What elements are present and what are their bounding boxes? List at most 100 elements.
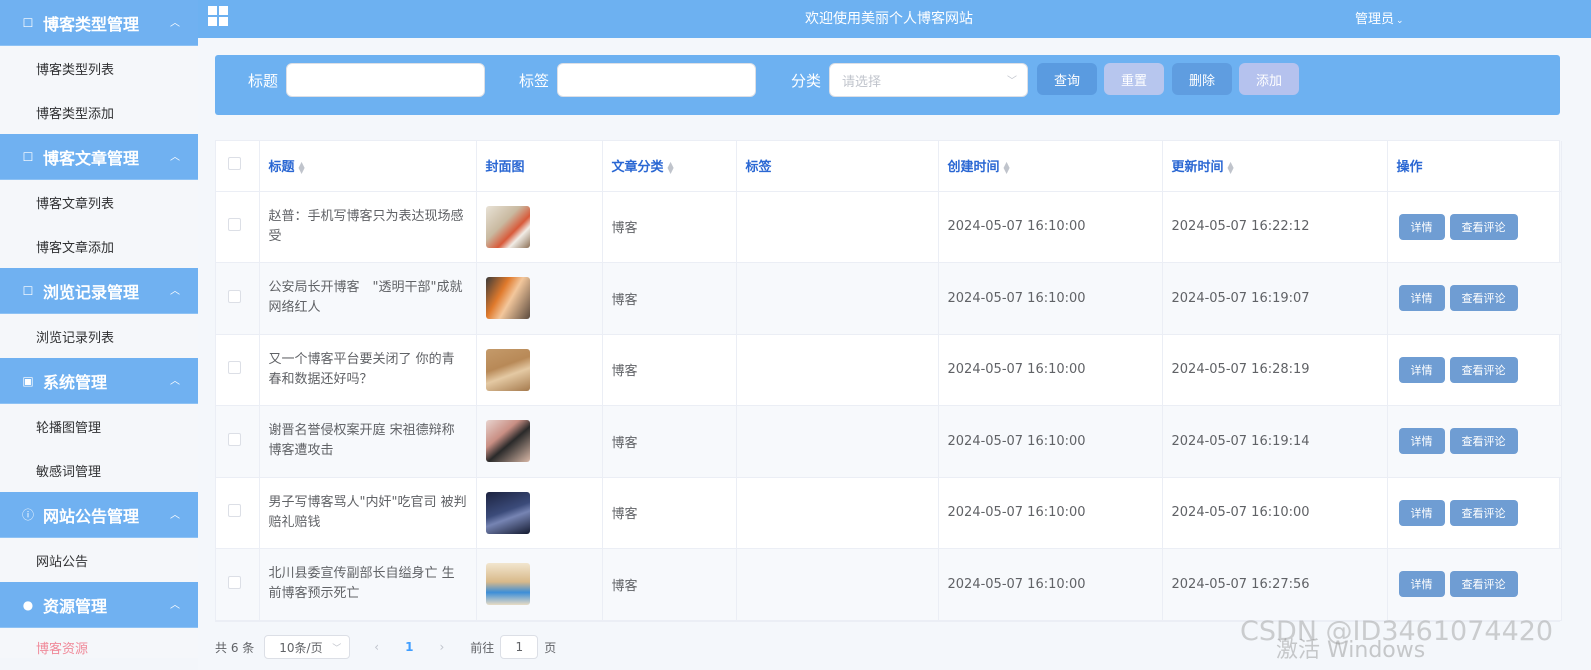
- table-row: 男子写博客骂人"内奸"吃官司 被判赔礼赔钱 博客 2024-05-07 16:10:…: [216, 477, 1562, 549]
- sidebar-item[interactable]: 浏览记录列表: [0, 314, 198, 358]
- cover-cell: [476, 334, 603, 406]
- user-menu[interactable]: 管理员 ⌄: [1355, 8, 1404, 27]
- sidebar-item[interactable]: 博客类型添加: [0, 90, 198, 134]
- sidebar-group-header[interactable]: ☐ 浏览记录管理 ︿: [0, 268, 198, 314]
- view-comments-button[interactable]: 查看评论: [1449, 571, 1518, 598]
- sidebar-group-header[interactable]: ● 资源管理 ︿: [0, 582, 198, 628]
- pagination: 共 6 条 10条/页 ﹀ ‹ 1 › 前往 1 页: [215, 635, 556, 659]
- category-cell: 博客: [602, 191, 737, 263]
- cover-image[interactable]: [485, 420, 530, 463]
- next-page-icon[interactable]: ›: [439, 640, 444, 654]
- detail-button[interactable]: 详情: [1398, 213, 1445, 240]
- row-checkbox[interactable]: [228, 218, 241, 232]
- created-time-cell: 2024-05-07 16:10:00: [938, 191, 1163, 263]
- column-header[interactable]: 标题 ▲ ▼: [259, 141, 477, 192]
- page-size-value: 10条/页: [279, 640, 323, 655]
- sidebar-item[interactable]: 博客类型列表: [0, 46, 198, 90]
- cover-image[interactable]: [485, 348, 530, 391]
- category-cell: 博客: [602, 548, 737, 621]
- sidebar-item[interactable]: 网站公告: [0, 538, 198, 582]
- column-header: 标签: [736, 141, 939, 192]
- row-checkbox[interactable]: [228, 432, 241, 446]
- tag-label: 标签: [519, 72, 550, 90]
- operations-cell: 详情 查看评论: [1387, 334, 1562, 406]
- detail-button[interactable]: 详情: [1398, 499, 1445, 526]
- title-input[interactable]: [286, 63, 485, 97]
- sort-icon[interactable]: ▲ ▼: [1228, 160, 1234, 174]
- row-checkbox[interactable]: [228, 361, 241, 375]
- tag-input[interactable]: [557, 63, 756, 97]
- view-comments-button[interactable]: 查看评论: [1449, 213, 1518, 240]
- info-icon: ⓘ: [21, 508, 34, 522]
- detail-button[interactable]: 详情: [1398, 571, 1445, 598]
- column-header[interactable]: 文章分类 ▲ ▼: [602, 141, 737, 192]
- cover-image[interactable]: [485, 277, 530, 320]
- sort-icon[interactable]: ▲ ▼: [668, 160, 674, 174]
- column-header[interactable]: 更新时间 ▲ ▼: [1162, 141, 1388, 192]
- title-label: 标题: [248, 72, 279, 90]
- reset-button[interactable]: 重置: [1104, 63, 1164, 95]
- row-select-cell: [216, 477, 260, 549]
- query-button[interactable]: 查询: [1037, 63, 1097, 95]
- operations-cell: 详情 查看评论: [1387, 548, 1562, 621]
- sidebar-group: ▣ 系统管理 ︿ 轮播图管理 敏感词管理: [0, 358, 198, 492]
- detail-button[interactable]: 详情: [1398, 428, 1445, 455]
- view-comments-button[interactable]: 查看评论: [1449, 285, 1518, 312]
- sidebar-item[interactable]: 博客文章列表: [0, 180, 198, 224]
- cover-cell: [476, 262, 603, 335]
- windows-activation-watermark: 激活 Windows: [1276, 638, 1426, 663]
- view-comments-button[interactable]: 查看评论: [1449, 428, 1518, 455]
- column-header[interactable]: 创建时间 ▲ ▼: [938, 141, 1163, 192]
- cover-cell: [476, 548, 603, 621]
- chevron-up-icon: ︿: [170, 152, 180, 163]
- category-placeholder: 请选择: [842, 74, 882, 90]
- cover-image[interactable]: [485, 563, 530, 606]
- sidebar-group-title: 博客类型管理: [43, 14, 140, 34]
- sidebar-item[interactable]: 轮播图管理: [0, 404, 198, 448]
- cover-image[interactable]: [485, 205, 530, 248]
- updated-time-cell: 2024-05-07 16:22:12: [1162, 191, 1388, 263]
- detail-button[interactable]: 详情: [1398, 285, 1445, 312]
- title-cell: 公安局长开博客 "透明干部"成就网络红人: [259, 262, 477, 335]
- view-comments-button[interactable]: 查看评论: [1449, 356, 1518, 383]
- table-row: 赵普：手机写博客只为表达现场感受 博客 2024-05-07 16:10:00 202…: [216, 191, 1562, 263]
- created-time-cell: 2024-05-07 16:10:00: [938, 262, 1163, 335]
- category-select[interactable]: 请选择 ﹀: [829, 63, 1028, 97]
- prev-page-icon[interactable]: ‹: [374, 640, 379, 654]
- current-page[interactable]: 1: [393, 640, 425, 654]
- tags-cell: [736, 548, 939, 621]
- sidebar-group-header[interactable]: ☐ 博客文章管理 ︿: [0, 134, 198, 180]
- page-suffix: 页: [544, 640, 557, 655]
- view-comments-button[interactable]: 查看评论: [1449, 499, 1518, 526]
- operations-cell: 详情 查看评论: [1387, 191, 1562, 263]
- sidebar-item[interactable]: 博客资源: [0, 628, 198, 658]
- row-checkbox[interactable]: [228, 504, 241, 518]
- sidebar-item[interactable]: 敏感词管理: [0, 448, 198, 492]
- select-all-checkbox[interactable]: [228, 157, 241, 171]
- delete-button[interactable]: 删除: [1172, 63, 1232, 95]
- chevron-down-icon: ⌄: [1396, 16, 1404, 26]
- sidebar-group-header[interactable]: ☐ 博客类型管理 ︿: [0, 0, 198, 46]
- chevron-up-icon: ︿: [170, 376, 180, 387]
- sort-icon[interactable]: ▲ ▼: [1004, 160, 1010, 174]
- sidebar-group-header[interactable]: ▣ 系统管理 ︿: [0, 358, 198, 404]
- title-cell: 赵普：手机写博客只为表达现场感受: [259, 191, 477, 263]
- select-all-cell: [216, 141, 260, 192]
- row-checkbox[interactable]: [228, 575, 241, 589]
- updated-time-cell: 2024-05-07 16:27:56: [1162, 548, 1388, 621]
- detail-button[interactable]: 详情: [1398, 356, 1445, 383]
- sidebar-group-header[interactable]: ⓘ 网站公告管理 ︿: [0, 492, 198, 538]
- row-select-cell: [216, 191, 260, 263]
- cover-image[interactable]: [485, 491, 530, 534]
- add-button[interactable]: 添加: [1239, 63, 1299, 95]
- chevron-down-icon: ﹀: [1007, 76, 1017, 87]
- page-size-select[interactable]: 10条/页 ﹀: [264, 635, 351, 659]
- title-cell: 男子写博客骂人"内奸"吃官司 被判赔礼赔钱: [259, 477, 477, 549]
- goto-page-input[interactable]: 1: [500, 635, 539, 659]
- sort-icon[interactable]: ▲ ▼: [299, 160, 305, 174]
- menu-grid-icon[interactable]: [208, 6, 228, 26]
- top-bar: 欢迎使用美丽个人博客网站 管理员 ⌄: [198, 0, 1591, 38]
- row-checkbox[interactable]: [228, 289, 241, 303]
- sidebar-item[interactable]: 博客文章添加: [0, 224, 198, 268]
- category-cell: 博客: [602, 477, 737, 549]
